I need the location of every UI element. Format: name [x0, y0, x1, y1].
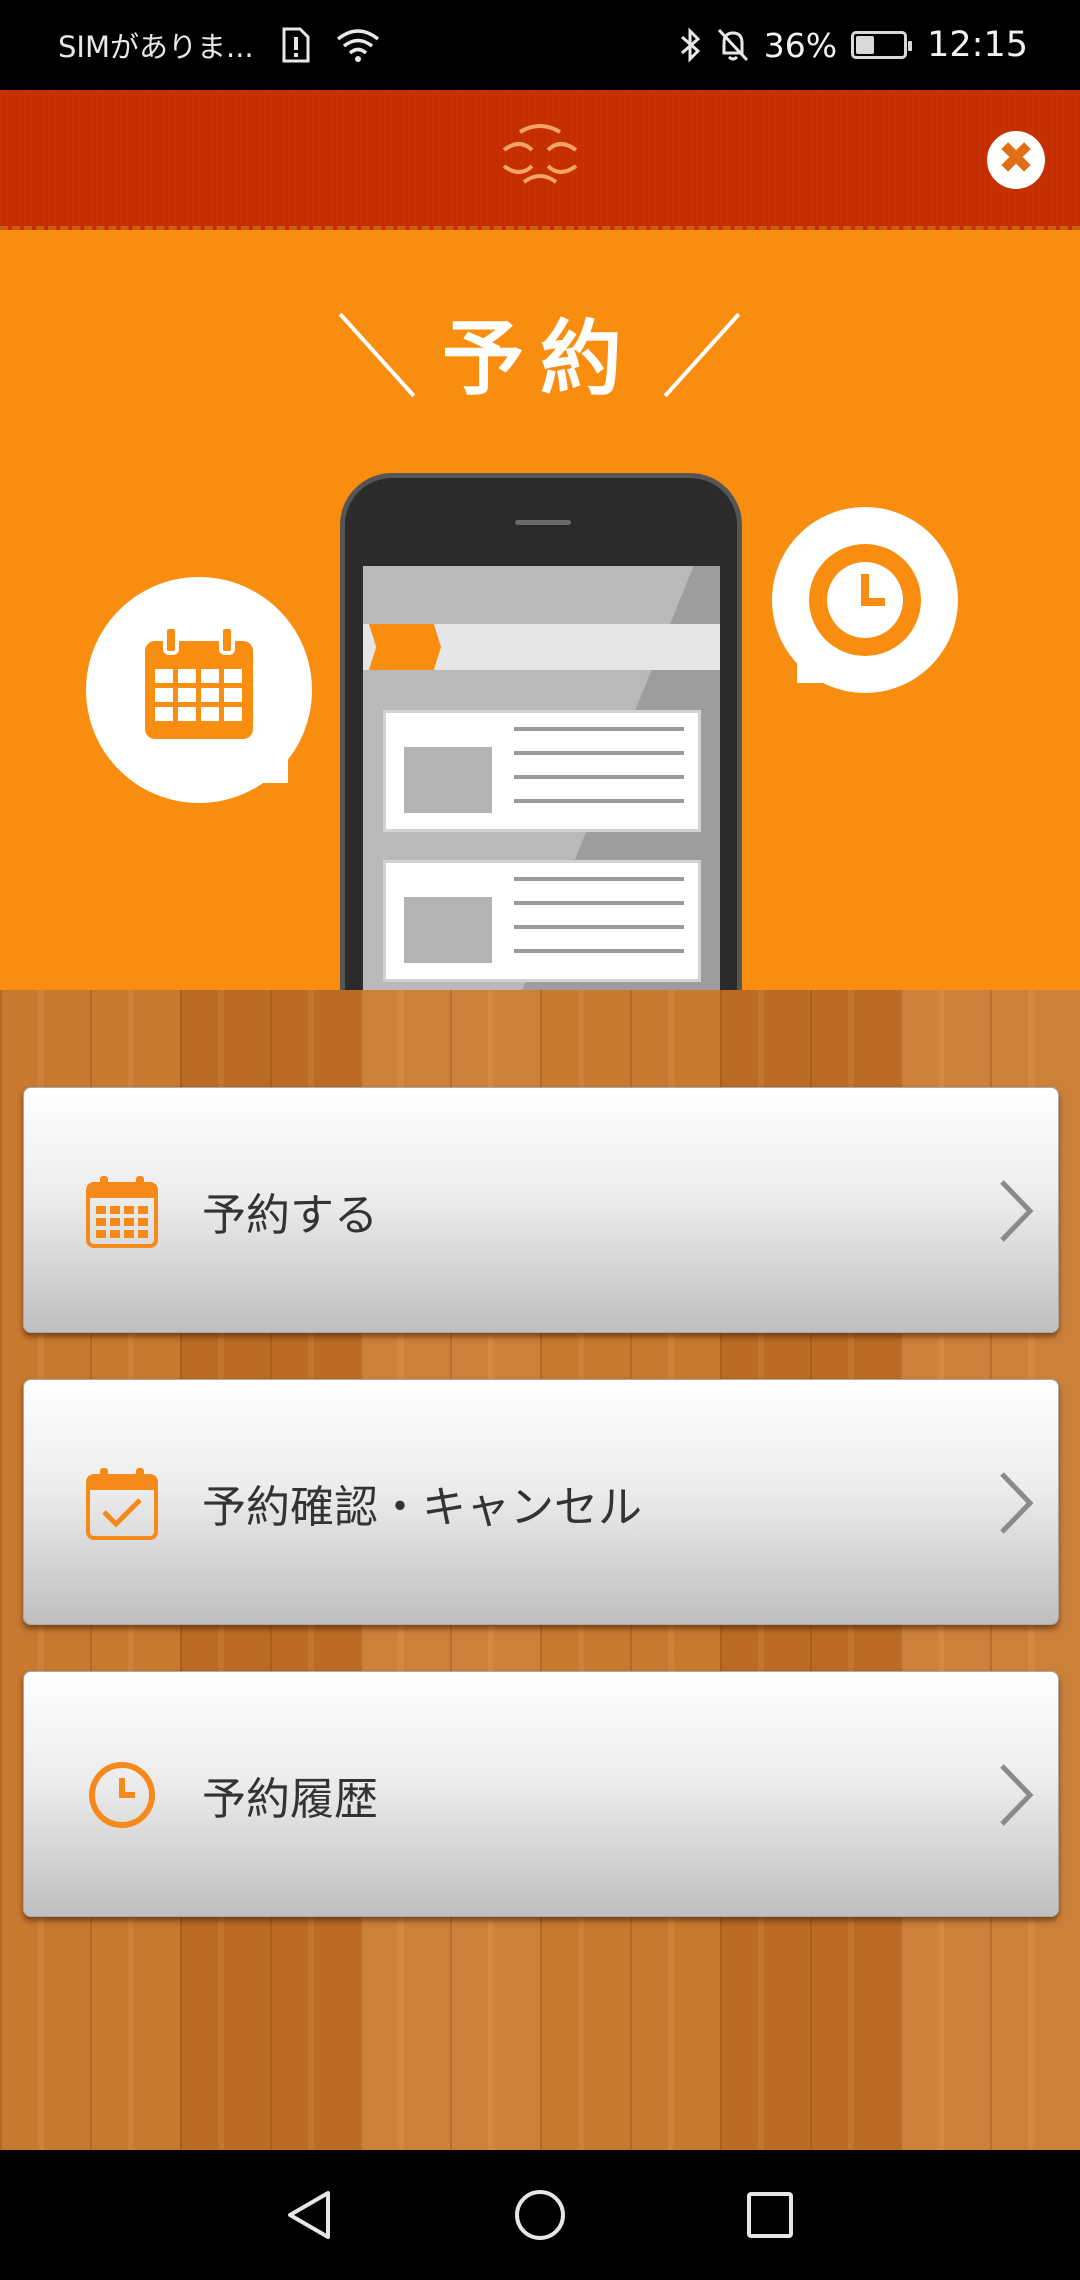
status-bar: SIMがありま... 36% 12:15 [0, 0, 1080, 90]
chevron-right-icon [1000, 1180, 1034, 1242]
wifi-icon [336, 29, 379, 62]
bluetooth-icon [680, 27, 700, 63]
header-band [0, 90, 1080, 230]
carrier-text: SIMがありま... [58, 30, 254, 64]
sim-alert-icon [282, 27, 310, 63]
battery-icon [851, 31, 913, 59]
app-logo-icon [502, 124, 578, 184]
clock-time: 12:15 [927, 25, 1028, 65]
back-icon[interactable] [282, 2187, 338, 2243]
chevron-right-icon [1000, 1764, 1034, 1826]
calendar-bubble [86, 577, 312, 803]
phone-illustration [340, 473, 742, 990]
calendar-check-icon [86, 1468, 158, 1540]
reserve-label: 予約する [202, 1190, 378, 1241]
battery-percent: 36% [763, 25, 838, 65]
calendar-icon [86, 1176, 158, 1248]
calendar-icon [145, 625, 253, 739]
clock-bubble [772, 507, 958, 693]
reserve-button[interactable]: 予約する [23, 1087, 1059, 1333]
confirm-cancel-label: 予約確認・キャンセル [202, 1482, 642, 1533]
home-icon[interactable] [512, 2187, 568, 2243]
clock-icon [809, 544, 921, 656]
close-icon: ✖ [997, 132, 1035, 184]
navigation-bar [0, 2150, 1080, 2280]
history-label: 予約履歴 [202, 1774, 378, 1825]
chevron-right-icon [1000, 1472, 1034, 1534]
clock-icon [89, 1762, 155, 1828]
mute-bell-icon [717, 28, 748, 62]
confirm-cancel-button[interactable]: 予約確認・キャンセル [23, 1379, 1059, 1625]
close-button[interactable]: ✖ [987, 131, 1045, 189]
recents-icon[interactable] [742, 2187, 798, 2243]
hero-banner: 予約 [0, 230, 1080, 990]
history-button[interactable]: 予約履歴 [23, 1671, 1059, 1917]
page-title: 予約 [441, 312, 638, 407]
